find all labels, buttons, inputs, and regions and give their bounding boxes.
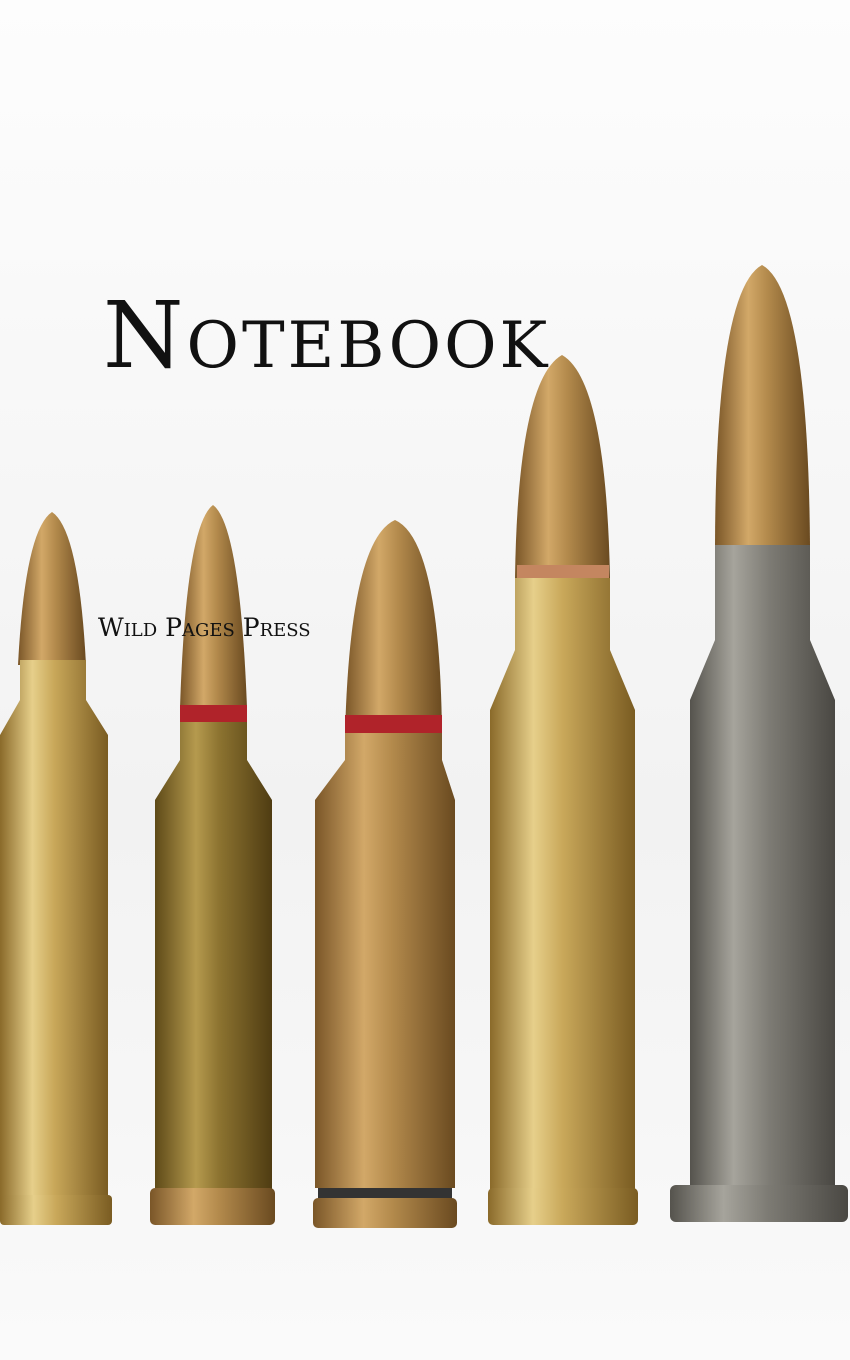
book-cover: Notebook Wild Pages Press — [0, 0, 850, 1360]
publisher-name: Wild Pages Press — [98, 613, 311, 642]
cartridge-1 — [0, 512, 112, 1225]
cartridge-5 — [670, 265, 848, 1222]
cartridge-3 — [313, 520, 457, 1228]
cartridge-4 — [488, 355, 638, 1225]
cartridges-photo — [0, 265, 848, 1228]
book-title: Notebook — [103, 282, 551, 389]
